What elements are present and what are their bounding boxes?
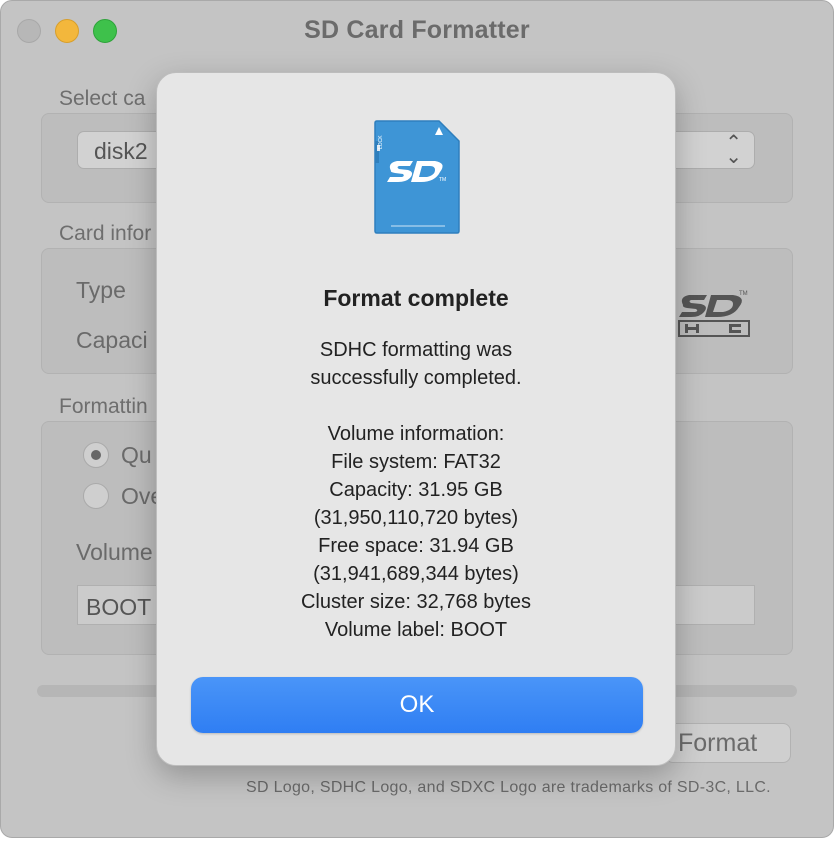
svg-text:TM: TM (739, 291, 748, 297)
chevron-updown-icon: ⌃ ⌄ (725, 132, 742, 168)
window-title: SD Card Formatter (304, 15, 530, 44)
volume-info-heading: Volume information: (327, 423, 505, 445)
type-label: Type (76, 277, 126, 303)
title-bar: SD Card Formatter (1, 1, 833, 59)
svg-text:TM: TM (439, 177, 446, 183)
volume-label-label: Volume (76, 539, 153, 565)
cluster-size-text: Cluster size: 32,768 bytes (300, 591, 532, 613)
volume-label-value: BOOT (86, 594, 152, 620)
format-complete-dialog: LOCK TM Format complete SDHC formatting … (156, 72, 676, 766)
close-window-button[interactable] (17, 19, 41, 43)
sd-card-icon: LOCK TM (374, 120, 460, 234)
free-space-text: Free space: 31.94 GB (318, 535, 514, 557)
select-card-label: Select ca (59, 87, 146, 110)
card-select-value: disk2 (94, 138, 148, 164)
quick-format-label: Qu (121, 442, 152, 468)
free-space-bytes-text: (31,941,689,344 bytes) (313, 563, 519, 585)
capacity-bytes-text: (31,950,110,720 bytes) (313, 507, 519, 529)
minimize-window-button[interactable] (55, 19, 79, 43)
dialog-message: SDHC formatting was successfully complet… (177, 336, 655, 644)
dialog-title: Format complete (323, 285, 509, 311)
trademark-note: SD Logo, SDHC Logo, and SDXC Logo are tr… (246, 779, 771, 796)
capacity-label: Capaci (76, 327, 148, 353)
sdhc-logo-icon: TM (678, 291, 750, 337)
maximize-window-button[interactable] (93, 19, 117, 43)
overwrite-format-radio[interactable] (83, 483, 109, 509)
format-button[interactable]: Format (665, 723, 791, 763)
ok-button[interactable]: OK (191, 677, 643, 733)
svg-text:LOCK: LOCK (378, 135, 384, 149)
message-line-1: SDHC formatting was (319, 339, 513, 361)
message-line-2: successfully completed. (310, 367, 522, 389)
card-info-label: Card infor (59, 222, 152, 245)
file-system-text: File system: FAT32 (331, 451, 501, 473)
formatting-options-label: Formattin (59, 395, 148, 418)
quick-format-radio[interactable] (83, 442, 109, 468)
window-controls (17, 19, 117, 43)
capacity-text: Capacity: 31.95 GB (329, 479, 503, 501)
volume-label-text: Volume label: BOOT (324, 619, 508, 641)
